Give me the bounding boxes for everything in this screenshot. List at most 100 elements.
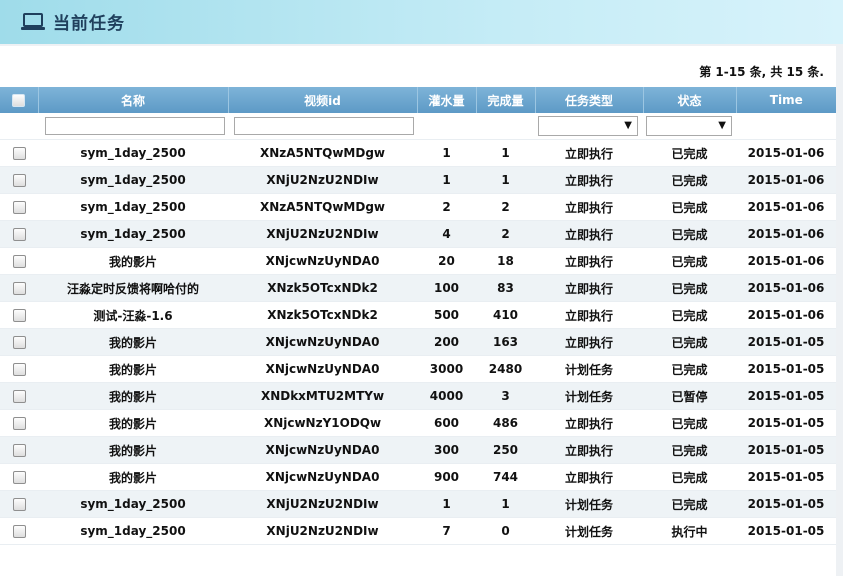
table-row[interactable]: sym_1day_2500 XNzA5NTQwMDgw 2 2 立即执行 已完成 2015-… bbox=[0, 193, 836, 221]
water-amount: 3000 bbox=[417, 355, 476, 383]
column-header-task-type[interactable]: 任务类型 bbox=[535, 87, 644, 113]
video-id: XNjU2NzU2NDIw bbox=[228, 220, 417, 248]
row-select-cell bbox=[0, 517, 38, 545]
water-amount: 300 bbox=[417, 436, 476, 464]
table-row[interactable]: sym_1day_2500 XNjU2NzU2NDIw 1 1 立即执行 已完成 2015-… bbox=[0, 166, 836, 194]
row-checkbox[interactable] bbox=[12, 444, 26, 457]
table-row[interactable]: 我的影片 XNjcwNzUyNDA0 20 18 立即执行 已完成 2015-01-06 bbox=[0, 247, 836, 275]
column-header-time[interactable]: Time bbox=[736, 87, 836, 113]
video-id: XNzA5NTQwMDgw bbox=[228, 193, 417, 221]
task-type: 立即执行 bbox=[535, 328, 643, 356]
table-row[interactable]: sym_1day_2500 XNjU2NzU2NDIw 1 1 计划任务 已完成 2015-… bbox=[0, 490, 836, 518]
row-checkbox[interactable] bbox=[12, 228, 26, 241]
row-select-cell bbox=[0, 247, 38, 275]
table-row[interactable]: sym_1day_2500 XNzA5NTQwMDgw 1 1 立即执行 已完成 2015-… bbox=[0, 139, 836, 167]
row-select-cell bbox=[0, 355, 38, 383]
video-id-filter-input[interactable] bbox=[234, 117, 414, 135]
column-header-status[interactable]: 状态 bbox=[643, 87, 737, 113]
task-time: 2015-01-06 bbox=[736, 274, 836, 302]
column-header-water[interactable]: 灌水量 bbox=[417, 87, 477, 113]
table-row[interactable]: 我的影片 XNjcwNzUyNDA0 300 250 立即执行 已完成 2015-01-05 bbox=[0, 436, 836, 464]
row-checkbox[interactable] bbox=[12, 417, 26, 430]
task-name: sym_1day_2500 bbox=[38, 517, 228, 545]
task-time: 2015-01-05 bbox=[736, 382, 836, 410]
row-checkbox[interactable] bbox=[12, 471, 26, 484]
video-id: XNjcwNzUyNDA0 bbox=[228, 436, 417, 464]
water-amount: 900 bbox=[417, 463, 476, 491]
video-id: XNzk5OTcxNDk2 bbox=[228, 274, 417, 302]
water-amount: 1 bbox=[417, 166, 476, 194]
task-status: 已完成 bbox=[643, 247, 736, 275]
row-select-cell bbox=[0, 274, 38, 302]
video-id: XNDkxMTU2MTYw bbox=[228, 382, 417, 410]
video-id: XNjU2NzU2NDIw bbox=[228, 517, 417, 545]
table-row[interactable]: 汪淼定时反馈将啊哈付的 XNzk5OTcxNDk2 100 83 立即执行 已完成 2015… bbox=[0, 274, 836, 302]
row-checkbox[interactable] bbox=[12, 309, 26, 322]
done-amount: 18 bbox=[476, 247, 535, 275]
row-checkbox[interactable] bbox=[12, 174, 26, 187]
status-filter-select[interactable]: ▼ bbox=[646, 116, 732, 136]
task-status: 执行中 bbox=[643, 517, 736, 545]
task-time: 2015-01-06 bbox=[736, 139, 836, 167]
done-amount: 83 bbox=[476, 274, 535, 302]
task-type-filter-select[interactable]: ▼ bbox=[538, 116, 638, 136]
task-time: 2015-01-06 bbox=[736, 220, 836, 248]
task-status: 已暂停 bbox=[643, 382, 736, 410]
task-name: 我的影片 bbox=[38, 247, 228, 275]
column-header-video-id[interactable]: 视频id bbox=[228, 87, 418, 113]
task-type: 立即执行 bbox=[535, 274, 643, 302]
row-checkbox[interactable] bbox=[12, 147, 26, 160]
dropdown-arrow-icon: ▼ bbox=[718, 120, 726, 131]
row-checkbox[interactable] bbox=[12, 525, 26, 538]
task-type: 立即执行 bbox=[535, 193, 643, 221]
task-status: 已完成 bbox=[643, 193, 736, 221]
column-header-done[interactable]: 完成量 bbox=[476, 87, 536, 113]
task-name: 我的影片 bbox=[38, 436, 228, 464]
water-amount: 20 bbox=[417, 247, 476, 275]
task-time: 2015-01-05 bbox=[736, 355, 836, 383]
name-filter-input[interactable] bbox=[44, 117, 225, 135]
video-id: XNjU2NzU2NDIw bbox=[228, 490, 417, 518]
row-checkbox[interactable] bbox=[12, 363, 26, 376]
row-checkbox[interactable] bbox=[12, 282, 26, 295]
table-row[interactable]: 我的影片 XNDkxMTU2MTYw 4000 3 计划任务 已暂停 2015-01-05 bbox=[0, 382, 836, 410]
row-checkbox[interactable] bbox=[12, 201, 26, 214]
task-type: 计划任务 bbox=[535, 382, 643, 410]
page-header: 当前任务 bbox=[0, 0, 843, 44]
dropdown-arrow-icon: ▼ bbox=[624, 120, 632, 131]
task-status: 已完成 bbox=[643, 463, 736, 491]
table-row[interactable]: sym_1day_2500 XNjU2NzU2NDIw 7 0 计划任务 执行中 2015-… bbox=[0, 517, 836, 545]
row-checkbox[interactable] bbox=[12, 498, 26, 511]
row-select-cell bbox=[0, 193, 38, 221]
table-row[interactable]: 我的影片 XNjcwNzY1ODQw 600 486 立即执行 已完成 2015-01-05 bbox=[0, 409, 836, 437]
table-row[interactable]: sym_1day_2500 XNjU2NzU2NDIw 4 2 立即执行 已完成 2015-… bbox=[0, 220, 836, 248]
done-amount: 744 bbox=[476, 463, 535, 491]
task-name: 我的影片 bbox=[38, 463, 228, 491]
table-row[interactable]: 我的影片 XNjcwNzUyNDA0 200 163 立即执行 已完成 2015-01-05 bbox=[0, 328, 836, 356]
row-select-cell bbox=[0, 382, 38, 410]
water-amount: 200 bbox=[417, 328, 476, 356]
task-type: 计划任务 bbox=[535, 490, 643, 518]
row-select-cell bbox=[0, 409, 38, 437]
select-all-checkbox[interactable] bbox=[12, 94, 26, 107]
row-checkbox[interactable] bbox=[12, 255, 26, 268]
done-amount: 2 bbox=[476, 193, 535, 221]
row-select-cell bbox=[0, 328, 38, 356]
task-status: 已完成 bbox=[643, 274, 736, 302]
filter-row: ▼ ▼ bbox=[0, 113, 836, 140]
page-title: 当前任务 bbox=[53, 14, 125, 34]
column-header-name[interactable]: 名称 bbox=[38, 87, 229, 113]
table-row[interactable]: 我的影片 XNjcwNzUyNDA0 900 744 立即执行 已完成 2015-01-05 bbox=[0, 463, 836, 491]
row-checkbox[interactable] bbox=[12, 336, 26, 349]
done-amount: 250 bbox=[476, 436, 535, 464]
task-status: 已完成 bbox=[643, 301, 736, 329]
task-status: 已完成 bbox=[643, 409, 736, 437]
table-row[interactable]: 我的影片 XNjcwNzUyNDA0 3000 2480 计划任务 已完成 2015-01-… bbox=[0, 355, 836, 383]
table-row[interactable]: 测试-汪淼-1.6 XNzk5OTcxNDk2 500 410 立即执行 已完成 2015-… bbox=[0, 301, 836, 329]
water-amount: 1 bbox=[417, 490, 476, 518]
done-amount: 1 bbox=[476, 166, 535, 194]
row-checkbox[interactable] bbox=[12, 390, 26, 403]
done-amount: 1 bbox=[476, 139, 535, 167]
task-type: 计划任务 bbox=[535, 517, 643, 545]
task-name: sym_1day_2500 bbox=[38, 220, 228, 248]
